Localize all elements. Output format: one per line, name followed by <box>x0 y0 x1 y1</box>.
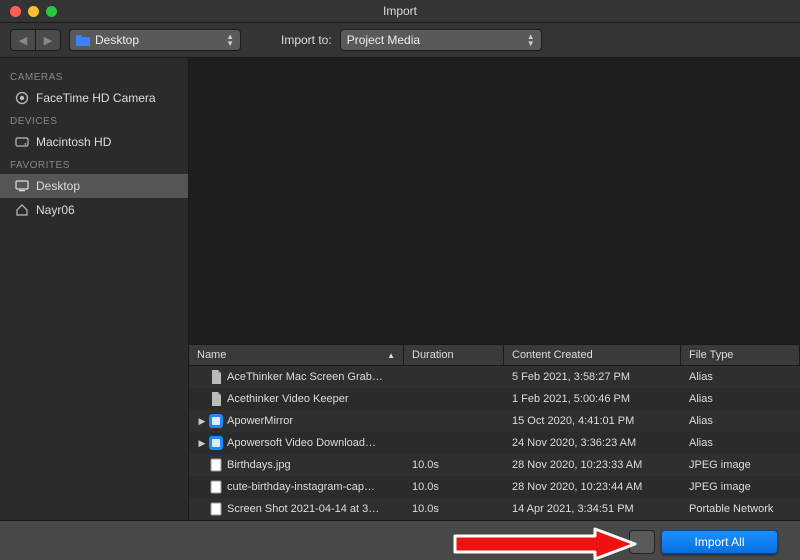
file-name: ApowerMirror <box>227 415 293 427</box>
sidebar-item-desktop[interactable]: Desktop <box>0 174 188 198</box>
import-to-value: Project Media <box>347 33 519 47</box>
sidebar-item-label: Macintosh HD <box>36 135 111 149</box>
file-icon <box>209 414 223 428</box>
sort-asc-icon: ▲ <box>387 351 395 360</box>
close-icon[interactable] <box>10 6 21 17</box>
sidebar-header-devices: DEVICES <box>0 110 188 130</box>
file-icon <box>209 480 223 494</box>
cell-type: Alias <box>681 393 800 405</box>
column-header-name[interactable]: Name ▲ <box>189 345 404 365</box>
minimize-icon[interactable] <box>28 6 39 17</box>
import-to-dropdown[interactable]: Project Media ▲▼ <box>340 29 542 51</box>
sidebar-item-home[interactable]: Nayr06 <box>0 198 188 222</box>
cell-type: Alias <box>681 437 800 449</box>
cell-duration: 10.0s <box>404 503 504 515</box>
annotation-arrow-icon <box>445 527 645 560</box>
sidebar-item-label: Nayr06 <box>36 203 75 217</box>
disclosure-icon[interactable]: ▶ <box>197 416 207 427</box>
chevron-updown-icon: ▲▼ <box>226 33 234 47</box>
import-all-label: Import All <box>694 535 744 549</box>
cell-type: JPEG image <box>681 459 800 471</box>
desktop-icon <box>14 178 30 194</box>
table-header: Name ▲ Duration Content Created File Typ… <box>189 344 800 366</box>
table-row[interactable]: AceThinker Mac Screen Grab… 5 Feb 2021, 3… <box>189 366 800 388</box>
main-area: Name ▲ Duration Content Created File Typ… <box>189 58 800 520</box>
file-icon <box>209 458 223 472</box>
table-row[interactable]: Birthdays.jpg 10.0s28 Nov 2020, 10:23:33 … <box>189 454 800 476</box>
cell-duration: 10.0s <box>404 459 504 471</box>
cell-created: 28 Nov 2020, 10:23:44 AM <box>504 481 681 493</box>
table-body: AceThinker Mac Screen Grab… 5 Feb 2021, 3… <box>189 366 800 520</box>
import-all-button[interactable]: Import All <box>661 530 778 554</box>
cell-type: Portable Network <box>681 503 800 515</box>
cell-created: 15 Oct 2020, 4:41:01 PM <box>504 415 681 427</box>
cell-type: Alias <box>681 371 800 383</box>
home-icon <box>14 202 30 218</box>
cell-type: Alias <box>681 415 800 427</box>
file-icon <box>209 370 223 384</box>
file-table: Name ▲ Duration Content Created File Typ… <box>189 344 800 520</box>
nav-back-forward: ◀ ▶ <box>10 29 61 51</box>
sidebar-header-cameras: CAMERAS <box>0 66 188 86</box>
column-header-created[interactable]: Content Created <box>504 345 681 365</box>
cell-created: 5 Feb 2021, 3:58:27 PM <box>504 371 681 383</box>
cell-duration: 10.0s <box>404 481 504 493</box>
file-name: cute-birthday-instagram-cap… <box>227 481 375 493</box>
sidebar-header-favorites: FAVORITES <box>0 154 188 174</box>
sidebar-item-macintosh-hd[interactable]: Macintosh HD <box>0 130 188 154</box>
file-icon <box>209 436 223 450</box>
nav-back-button[interactable]: ◀ <box>10 29 36 51</box>
table-row[interactable]: Screen Shot 2021-04-14 at 3… 10.0s14 Apr … <box>189 498 800 520</box>
import-to-label: Import to: <box>281 33 332 47</box>
footer: Import All <box>0 520 800 560</box>
location-label: Desktop <box>95 33 218 47</box>
file-name: Screen Shot 2021-04-14 at 3… <box>227 503 379 515</box>
nav-forward-button[interactable]: ▶ <box>36 29 61 51</box>
file-icon <box>209 502 223 516</box>
secondary-button[interactable] <box>629 530 655 554</box>
hdd-icon <box>14 134 30 150</box>
cell-created: 14 Apr 2021, 3:34:51 PM <box>504 503 681 515</box>
column-header-duration[interactable]: Duration <box>404 345 504 365</box>
chevron-updown-icon: ▲▼ <box>527 33 535 47</box>
folder-icon <box>76 35 90 46</box>
cell-type: JPEG image <box>681 481 800 493</box>
cell-created: 1 Feb 2021, 5:00:46 PM <box>504 393 681 405</box>
location-dropdown[interactable]: Desktop ▲▼ <box>69 29 241 51</box>
sidebar: CAMERAS FaceTime HD Camera DEVICES Macin… <box>0 58 189 520</box>
camera-icon <box>14 90 30 106</box>
table-row[interactable]: Acethinker Video Keeper 1 Feb 2021, 5:00:… <box>189 388 800 410</box>
table-row[interactable]: cute-birthday-instagram-cap… 10.0s28 Nov … <box>189 476 800 498</box>
file-icon <box>209 392 223 406</box>
sidebar-item-label: FaceTime HD Camera <box>36 91 156 105</box>
file-name: Acethinker Video Keeper <box>227 393 349 405</box>
disclosure-icon[interactable]: ▶ <box>197 438 207 449</box>
file-name: AceThinker Mac Screen Grab… <box>227 371 383 383</box>
table-row[interactable]: ▶ Apowersoft Video Download… 24 Nov 2020, … <box>189 432 800 454</box>
titlebar: Import <box>0 0 800 23</box>
window-controls <box>10 6 57 17</box>
zoom-icon[interactable] <box>46 6 57 17</box>
preview-area <box>189 58 800 344</box>
toolbar: ◀ ▶ Desktop ▲▼ Import to: Project Media … <box>0 23 800 58</box>
cell-created: 28 Nov 2020, 10:23:33 AM <box>504 459 681 471</box>
column-header-type[interactable]: File Type <box>681 345 800 365</box>
table-row[interactable]: ▶ ApowerMirror 15 Oct 2020, 4:41:01 PMAlia… <box>189 410 800 432</box>
file-name: Birthdays.jpg <box>227 459 291 471</box>
window-title: Import <box>0 4 800 18</box>
sidebar-item-facetime-camera[interactable]: FaceTime HD Camera <box>0 86 188 110</box>
sidebar-item-label: Desktop <box>36 179 80 193</box>
file-name: Apowersoft Video Download… <box>227 437 376 449</box>
cell-created: 24 Nov 2020, 3:36:23 AM <box>504 437 681 449</box>
